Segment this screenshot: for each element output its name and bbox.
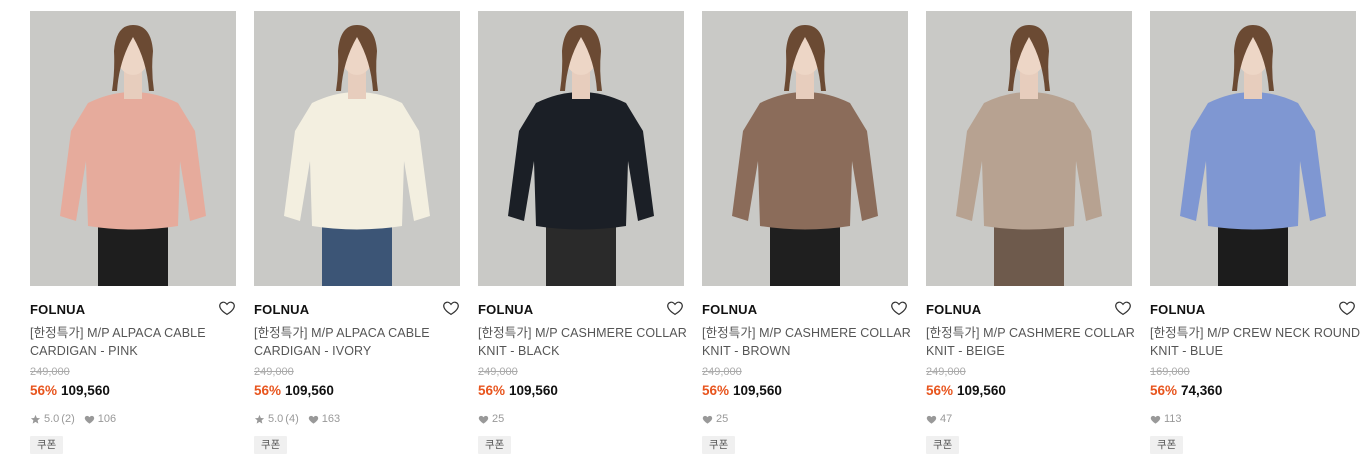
price-row: 56% 109,560 xyxy=(926,383,1132,399)
coupon-badge: 쿠폰 xyxy=(30,436,64,454)
rating: 5.0 (4) xyxy=(254,413,299,425)
sale-price: 109,560 xyxy=(509,383,558,398)
sale-price: 109,560 xyxy=(285,383,334,398)
price-row: 56% 109,560 xyxy=(478,383,684,399)
like-count: 163 xyxy=(321,413,341,425)
discount-rate: 56% xyxy=(702,383,730,398)
like-count: 25 xyxy=(492,413,505,425)
star-icon xyxy=(30,414,41,425)
coupon-badge: 쿠폰 xyxy=(1150,436,1184,454)
brand-name[interactable]: FOLNUA xyxy=(926,302,981,317)
like-count: 113 xyxy=(1164,413,1182,425)
heart-outline-icon[interactable] xyxy=(890,299,908,317)
review-count: (4) xyxy=(285,413,299,425)
price-row: 56% 109,560 xyxy=(702,383,908,399)
likes: 25 xyxy=(702,413,728,425)
product-card[interactable]: FOLNUA [한정특가] M/P CASHMERE COLLAR KNIT - … xyxy=(702,11,911,454)
original-price: 249,000 xyxy=(30,366,70,378)
product-card[interactable]: FOLNUA [한정특가] M/P CASHMERE COLLAR KNIT - … xyxy=(478,11,687,454)
heart-icon xyxy=(478,414,489,425)
product-card[interactable]: FOLNUA [한정특가] M/P CREW NECK ROUND KNIT - … xyxy=(1150,11,1360,454)
coupon-badge: 쿠폰 xyxy=(702,436,736,454)
rating: 5.0 (2) xyxy=(30,413,75,425)
product-image[interactable] xyxy=(926,11,1132,286)
product-image[interactable] xyxy=(478,11,684,286)
price-row: 56% 74,360 xyxy=(1150,383,1356,399)
likes: 106 xyxy=(84,413,116,425)
product-card[interactable]: FOLNUA [한정특가] M/P CASHMERE COLLAR KNIT - … xyxy=(926,11,1135,454)
heart-icon xyxy=(84,414,95,425)
coupon-badge: 쿠폰 xyxy=(254,436,288,454)
product-card[interactable]: FOLNUA [한정특가] M/P ALPACA CABLE CARDIGAN -… xyxy=(254,11,460,454)
heart-outline-icon[interactable] xyxy=(442,299,460,317)
product-name[interactable]: [한정특가] M/P ALPACA CABLE CARDIGAN - IVORY xyxy=(254,324,469,360)
like-count: 106 xyxy=(97,413,117,425)
rating-value: 5.0 xyxy=(44,413,60,425)
discount-rate: 56% xyxy=(30,383,58,398)
brand-name[interactable]: FOLNUA xyxy=(478,302,533,317)
review-count: (2) xyxy=(61,413,75,425)
product-image[interactable] xyxy=(30,11,236,286)
product-name[interactable]: [한정특가] M/P CASHMERE COLLAR KNIT - BLACK xyxy=(478,324,693,360)
likes: 163 xyxy=(308,413,340,425)
star-icon xyxy=(254,414,265,425)
sale-price: 109,560 xyxy=(957,383,1006,398)
product-name[interactable]: [한정특가] M/P ALPACA CABLE CARDIGAN - PINK xyxy=(30,324,245,360)
heart-outline-icon[interactable] xyxy=(1114,299,1132,317)
product-meta: 25 xyxy=(702,412,908,426)
heart-outline-icon[interactable] xyxy=(218,299,236,317)
like-count: 47 xyxy=(940,413,953,425)
rating-value: 5.0 xyxy=(268,413,284,425)
product-grid: FOLNUA [한정특가] M/P ALPACA CABLE CARDIGAN -… xyxy=(0,0,1364,468)
price-row: 56% 109,560 xyxy=(30,383,236,399)
original-price: 249,000 xyxy=(254,366,294,378)
heart-icon xyxy=(702,414,713,425)
brand-name[interactable]: FOLNUA xyxy=(254,302,309,317)
heart-icon xyxy=(1150,414,1161,425)
like-count: 25 xyxy=(716,413,729,425)
coupon-badge: 쿠폰 xyxy=(478,436,512,454)
product-name[interactable]: [한정특가] M/P CREW NECK ROUND KNIT - BLUE xyxy=(1150,324,1364,360)
heart-outline-icon[interactable] xyxy=(1338,299,1356,317)
sale-price: 109,560 xyxy=(61,383,110,398)
product-meta: 25 xyxy=(478,412,684,426)
discount-rate: 56% xyxy=(254,383,282,398)
price-row: 56% 109,560 xyxy=(254,383,460,399)
likes: 113 xyxy=(1150,413,1182,425)
brand-name[interactable]: FOLNUA xyxy=(702,302,757,317)
discount-rate: 56% xyxy=(478,383,506,398)
product-image[interactable] xyxy=(254,11,460,286)
product-image[interactable] xyxy=(702,11,908,286)
original-price: 169,000 xyxy=(1150,366,1190,378)
likes: 25 xyxy=(478,413,504,425)
discount-rate: 56% xyxy=(926,383,954,398)
coupon-badge: 쿠폰 xyxy=(926,436,960,454)
product-name[interactable]: [한정특가] M/P CASHMERE COLLAR KNIT - BROWN xyxy=(702,324,917,360)
heart-outline-icon[interactable] xyxy=(666,299,684,317)
heart-icon xyxy=(926,414,937,425)
product-meta: 113 xyxy=(1150,412,1356,426)
product-image[interactable] xyxy=(1150,11,1356,286)
original-price: 249,000 xyxy=(702,366,742,378)
heart-icon xyxy=(308,414,319,425)
product-card[interactable]: FOLNUA [한정특가] M/P ALPACA CABLE CARDIGAN -… xyxy=(30,11,236,454)
product-name[interactable]: [한정특가] M/P CASHMERE COLLAR KNIT - BEIGE xyxy=(926,324,1141,360)
original-price: 249,000 xyxy=(478,366,518,378)
sale-price: 74,360 xyxy=(1181,383,1223,398)
original-price: 249,000 xyxy=(926,366,966,378)
sale-price: 109,560 xyxy=(733,383,782,398)
likes: 47 xyxy=(926,413,952,425)
product-meta: 5.0 (2) 106 xyxy=(30,412,236,426)
product-meta: 47 xyxy=(926,412,1132,426)
brand-name[interactable]: FOLNUA xyxy=(30,302,85,317)
product-meta: 5.0 (4) 163 xyxy=(254,412,460,426)
discount-rate: 56% xyxy=(1150,383,1178,398)
brand-name[interactable]: FOLNUA xyxy=(1150,302,1205,317)
